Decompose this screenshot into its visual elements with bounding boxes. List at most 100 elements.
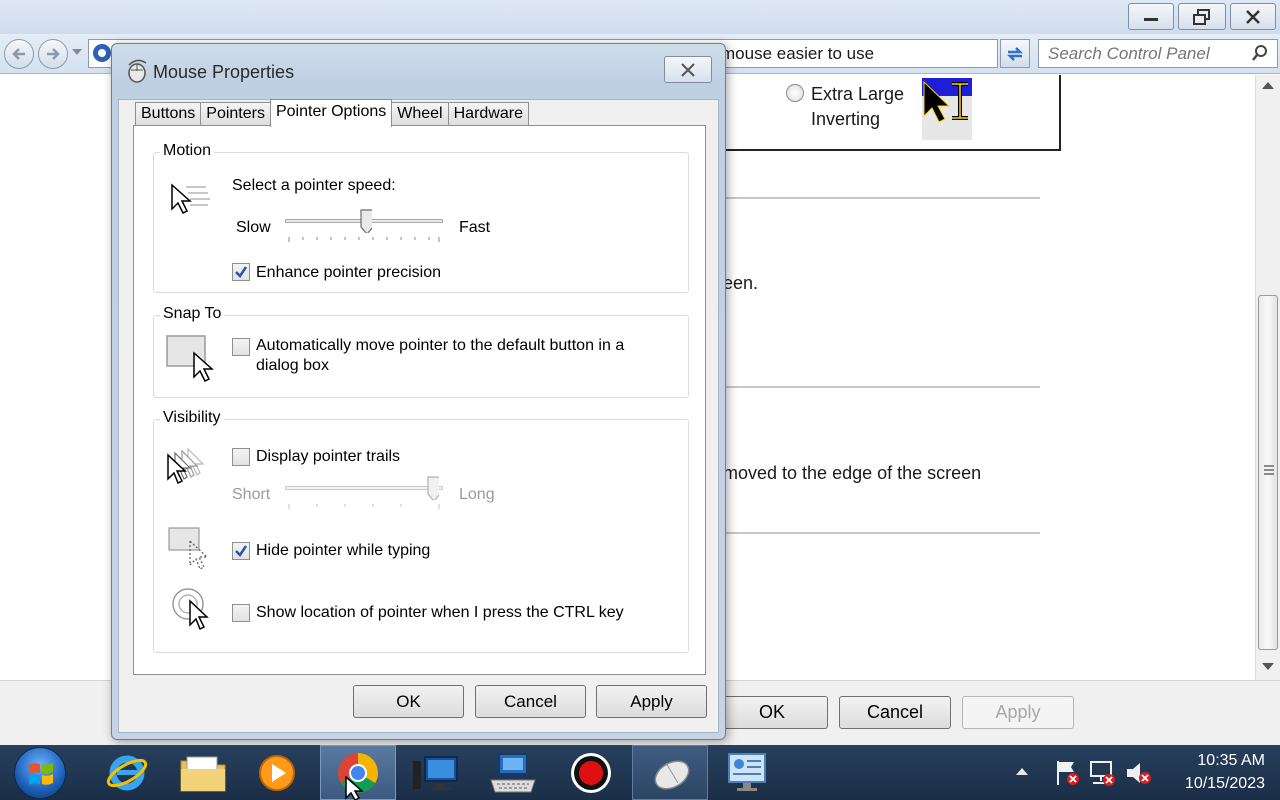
restore-icon — [1193, 8, 1210, 25]
dialog-cancel-button[interactable]: Cancel — [475, 685, 586, 718]
vertical-scrollbar[interactable] — [1255, 75, 1280, 680]
pointer-speed-ticks — [288, 237, 440, 242]
action-center-flag-icon[interactable] — [1054, 759, 1080, 787]
pointer-trails-checkbox[interactable] — [232, 448, 250, 466]
folder-icon — [180, 756, 226, 791]
pointer-speed-label: Select a pointer speed: — [232, 177, 396, 194]
taskbar-file-explorer[interactable] — [166, 745, 240, 800]
taskbar-control-panel[interactable] — [710, 745, 784, 800]
short-label: Short — [232, 486, 271, 503]
tab-pointers[interactable]: Pointers — [200, 102, 271, 126]
show-hidden-icons-icon[interactable] — [1016, 767, 1028, 777]
background-apply-button[interactable]: Apply — [962, 696, 1074, 729]
media-player-icon — [259, 754, 295, 791]
taskbar-internet-explorer[interactable] — [90, 745, 164, 800]
ctrl-location-icon — [172, 588, 209, 631]
dialog-close-button[interactable] — [664, 56, 712, 83]
fast-label: Fast — [459, 219, 491, 236]
taskbar-on-screen-keyboard[interactable] — [476, 745, 550, 800]
search-input[interactable] — [1048, 44, 1248, 64]
snap-to-checkbox[interactable] — [232, 338, 250, 356]
scrollbar-thumb[interactable] — [1258, 295, 1278, 650]
close-button[interactable] — [1230, 3, 1276, 30]
monitor-icon — [413, 755, 458, 790]
control-panel-icon — [728, 752, 766, 791]
history-dropdown[interactable] — [72, 49, 82, 55]
pointer-options-panel: Motion Select a pointer speed: Slow Fast — [133, 125, 706, 675]
hide-pointer-icon — [168, 527, 209, 570]
enhance-precision-label: Enhance pointer precision — [256, 264, 442, 281]
minimize-icon — [1144, 17, 1158, 21]
dialog-ok-button[interactable]: OK — [353, 685, 464, 718]
pointer-speed-icon — [171, 183, 210, 215]
hide-pointer-label: Hide pointer while typing — [256, 542, 431, 559]
search-box[interactable] — [1038, 39, 1278, 68]
grip-icon — [1264, 465, 1274, 475]
inverting-pointer-preview — [922, 78, 972, 140]
control-panel-icon — [93, 44, 111, 62]
separator — [725, 386, 1040, 388]
taskbar-screen-recorder[interactable] — [554, 745, 628, 800]
volume-muted-icon[interactable] — [1124, 759, 1152, 787]
close-icon — [1246, 9, 1260, 24]
ctrl-location-label: Show location of pointer when I press th… — [256, 604, 624, 621]
hide-pointer-checkbox[interactable] — [232, 542, 250, 560]
forward-button[interactable] — [38, 39, 68, 69]
scroll-up-icon[interactable] — [1262, 81, 1274, 89]
scroll-down-icon[interactable] — [1262, 663, 1274, 671]
network-icon[interactable] — [1088, 759, 1116, 787]
tab-wheel[interactable]: Wheel — [391, 102, 449, 126]
pointer-trails-slider[interactable] — [427, 476, 439, 500]
pointer-speed-slider[interactable] — [360, 209, 372, 233]
long-label: Long — [459, 486, 495, 503]
start-button[interactable] — [14, 747, 66, 799]
taskbar-remote-desktop[interactable] — [398, 745, 472, 800]
tab-buttons[interactable]: Buttons — [135, 102, 202, 126]
clock-time[interactable]: 10:35 AM — [1197, 752, 1265, 770]
address-text: mouse easier to use — [721, 44, 875, 63]
internet-explorer-icon — [106, 755, 148, 790]
tab-pointer-options[interactable]: Pointer Options — [269, 99, 393, 127]
refresh-icon — [1006, 46, 1024, 61]
tab-hardware[interactable]: Hardware — [447, 102, 529, 126]
snap-to-group: Snap To Automatically move pointer to th… — [153, 305, 689, 398]
motion-group-label: Motion — [160, 142, 215, 160]
record-icon — [571, 752, 611, 793]
taskbar: 10:35 AM 10/15/2023 — [0, 745, 1280, 800]
refresh-button[interactable] — [1000, 39, 1030, 68]
pointer-trails-icon — [167, 447, 205, 485]
tab-strip: Buttons Pointers Pointer Options Wheel H… — [135, 99, 529, 127]
snap-to-group-label: Snap To — [160, 305, 225, 323]
clock-date[interactable]: 10/15/2023 — [1185, 775, 1265, 793]
pointer-trails-label: Display pointer trails — [256, 448, 401, 465]
close-icon — [681, 62, 695, 77]
visibility-group-label: Visibility — [160, 409, 224, 427]
dialog-title: Mouse Properties — [153, 62, 295, 82]
search-icon[interactable] — [1251, 44, 1269, 62]
background-cancel-button[interactable]: Cancel — [839, 696, 951, 729]
taskbar-media-player[interactable] — [240, 745, 314, 800]
checkmark-icon — [235, 545, 248, 557]
snap-to-button-icon — [166, 335, 214, 383]
dialog-apply-button[interactable]: Apply — [596, 685, 707, 718]
inverting-cursor-icon — [922, 78, 972, 123]
enhance-precision-checkbox[interactable] — [232, 263, 250, 281]
arrow-left-icon — [12, 48, 25, 60]
mouse-cursor-icon — [345, 776, 364, 800]
arrow-right-icon — [47, 48, 60, 60]
extra-large-inverting-radio[interactable] — [786, 84, 804, 102]
windows-logo-icon — [29, 763, 53, 785]
motion-group: Motion Select a pointer speed: Slow Fast — [153, 142, 689, 293]
mouse-icon — [654, 760, 690, 789]
ctrl-location-checkbox[interactable] — [232, 604, 250, 622]
pointer-trails-track[interactable] — [285, 486, 443, 490]
slow-label: Slow — [236, 219, 271, 236]
back-button[interactable] — [4, 39, 34, 69]
restore-button[interactable] — [1178, 3, 1226, 30]
taskbar-mouse-properties[interactable] — [632, 745, 708, 800]
pointer-trails-ticks — [288, 504, 440, 509]
minimize-button[interactable] — [1128, 3, 1174, 30]
background-text-2: moved to the edge of the screen — [723, 463, 982, 483]
mouse-properties-dialog: Mouse Properties Buttons Pointers Pointe… — [111, 43, 726, 740]
background-ok-button[interactable]: OK — [716, 696, 828, 729]
